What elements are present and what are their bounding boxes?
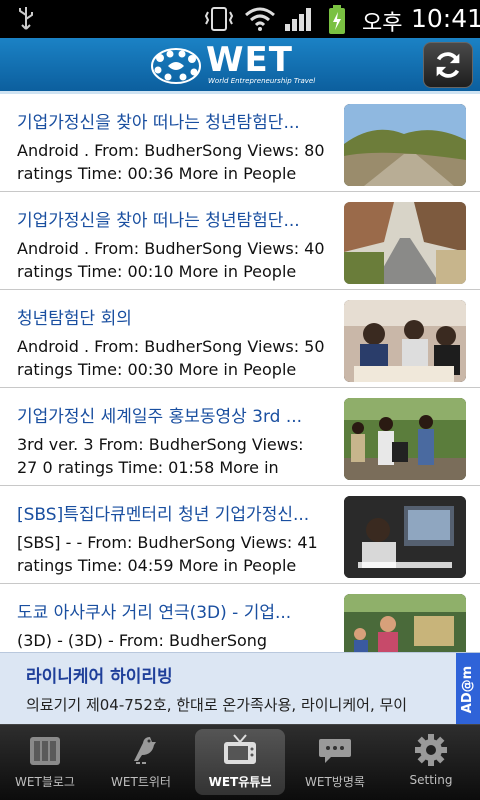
video-thumbnail[interactable] [344,594,466,652]
video-thumbnail[interactable] [344,104,466,186]
logo-wordmark: WET [206,40,293,80]
logo-tagline: World Entrepreneurship Travel [208,77,316,85]
video-description: Android . From: BudherSong Views: 50 rat… [17,337,325,379]
tab-wet-guestbook[interactable]: WET방명록 [290,729,380,795]
video-list-item[interactable]: 기업가정신 세계일주 홍보동영상 3rd ... 3rd ver. 3 From… [0,388,480,486]
signal-icon [285,8,311,31]
bottom-tab-bar: WET블로그 WET트위터 WET유튜브 WET방명록 Setting [0,724,480,800]
video-list-item[interactable]: [SBS]특집다큐멘터리 청년 기업가정신... [SBS] - - From:… [0,486,480,584]
tab-label: WET트위터 [111,775,171,789]
blog-icon [30,737,60,765]
video-list-item[interactable]: 기업가정신을 찾아 떠나는 청년탐험단... Android . From: B… [0,192,480,290]
tab-label: Setting [409,773,453,787]
video-list-item[interactable]: 기업가정신을 찾아 떠나는 청년탐험단... Android . From: B… [0,94,480,192]
video-description: (3D) - (3D) - From: BudherSong [17,631,268,650]
app-header: WET World Entrepreneurship Travel [0,38,480,94]
tv-icon [224,734,256,764]
tab-wet-youtube[interactable]: WET유튜브 [195,729,285,795]
globe-logo-icon [151,48,201,84]
ad-title[interactable]: 라이니케어 하이리빙 [26,662,173,687]
video-title[interactable]: 기업가정신을 찾아 떠나는 청년탐험단... [17,108,327,133]
tab-wet-twitter[interactable]: WET트위터 [96,729,186,795]
tab-label: WET방명록 [305,775,365,789]
video-description: 3rd ver. 3 From: BudherSong Views: 27 0 … [17,435,304,477]
usb-icon [19,7,33,30]
status-clock: 10:41 [411,4,480,33]
video-thumbnail[interactable] [344,398,466,480]
bird-icon [134,737,156,764]
tab-label: WET블로그 [15,775,75,789]
video-title[interactable]: 도쿄 아사쿠사 거리 연극(3D) - 기업... [17,598,327,623]
video-title[interactable]: 기업가정신을 찾아 떠나는 청년탐험단... [17,206,327,231]
status-bar: 오후 10:41 [0,0,480,38]
video-title[interactable]: [SBS]특집다큐멘터리 청년 기업가정신... [17,500,327,525]
video-thumbnail[interactable] [344,496,466,578]
ad-badge-label: AD@m [460,665,476,713]
video-list-item[interactable]: 도쿄 아사쿠사 거리 연극(3D) - 기업... (3D) - (3D) - … [0,584,480,652]
video-description: [SBS] - - From: BudherSong Views: 41 rat… [17,533,318,575]
battery-charging-icon [329,5,345,34]
video-thumbnail[interactable] [344,202,466,284]
tab-setting[interactable]: Setting [386,729,476,795]
video-title[interactable]: 청년탐험단 회의 [17,304,327,329]
gear-icon [415,734,447,766]
video-thumbnail[interactable] [344,300,466,382]
refresh-icon [436,52,460,78]
ad-text[interactable]: 의료기기 제04-752호, 한대로 온가족사용, 라이니케어, 무이 [26,694,407,715]
video-list-item[interactable]: 청년탐험단 회의 Android . From: BudherSong View… [0,290,480,388]
wet-logo: WET World Entrepreneurship Travel [150,40,320,88]
video-description: Android . From: BudherSong Views: 40 rat… [17,239,325,281]
wifi-icon [245,7,275,31]
video-title[interactable]: 기업가정신 세계일주 홍보동영상 3rd ... [17,402,327,427]
status-ampm: 오후 [362,11,403,36]
tab-label: WET유튜브 [208,775,272,789]
ad-badge[interactable]: AD@m [456,653,480,725]
tab-wet-blog[interactable]: WET블로그 [0,729,90,795]
ad-banner[interactable]: 라이니케어 하이리빙 의료기기 제04-752호, 한대로 온가족사용, 라이니… [0,652,480,725]
video-description: Android . From: BudherSong Views: 80 rat… [17,141,325,183]
vibrate-icon [204,7,234,31]
refresh-button[interactable] [423,42,473,88]
video-list[interactable]: 기업가정신을 찾아 떠나는 청년탐험단... Android . From: B… [0,94,480,652]
chat-bubble-icon [319,739,351,763]
